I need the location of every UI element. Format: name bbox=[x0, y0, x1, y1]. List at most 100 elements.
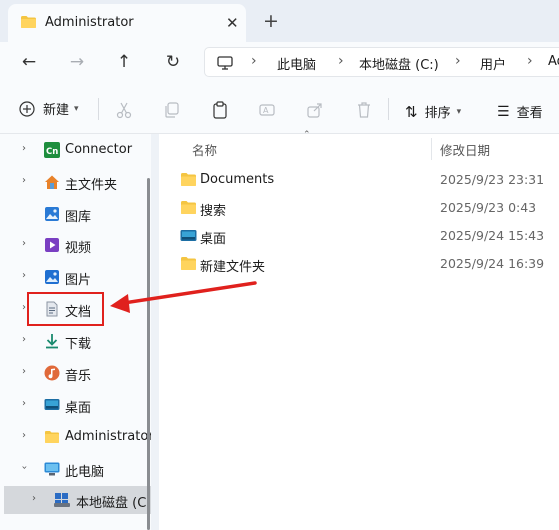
folder-icon bbox=[181, 257, 196, 270]
file-row[interactable]: 新建文件夹 2025/9/24 16:39 bbox=[159, 250, 559, 278]
chevron-right-icon[interactable]: › bbox=[22, 334, 26, 345]
sidebar-item-gallery[interactable]: 图库 bbox=[0, 200, 151, 228]
breadcrumb-users[interactable]: 用户 bbox=[480, 54, 506, 73]
chevron-right-icon[interactable]: › bbox=[22, 398, 26, 409]
file-date: 2025/9/24 15:43 bbox=[440, 228, 545, 243]
file-name: 桌面 bbox=[200, 232, 227, 247]
sidebar-item-videos[interactable]: › 视频 bbox=[0, 231, 151, 259]
sidebar-item-administrator[interactable]: › Administrator bbox=[0, 423, 151, 451]
sidebar-item-music[interactable]: › 音乐 bbox=[0, 359, 151, 387]
sidebar-item-label: 图库 bbox=[65, 210, 92, 225]
add-circle-icon bbox=[19, 100, 35, 117]
view-list-icon: ☰ bbox=[497, 103, 510, 120]
chevron-right-icon[interactable]: › bbox=[22, 175, 26, 186]
computer-icon bbox=[217, 56, 233, 70]
svg-text:Cn: Cn bbox=[46, 147, 58, 157]
file-row[interactable]: 桌面 2025/9/24 15:43 bbox=[159, 222, 559, 250]
file-row[interactable]: 搜索 2025/9/23 0:43 bbox=[159, 194, 559, 222]
sidebar-item-label: Connector bbox=[65, 142, 133, 157]
chevron-right-icon[interactable]: › bbox=[22, 270, 26, 281]
sidebar-item-label: 图片 bbox=[65, 273, 92, 288]
sidebar-item-downloads[interactable]: › 下载 bbox=[0, 327, 151, 355]
copy-icon[interactable] bbox=[163, 101, 181, 119]
toolbar-divider bbox=[388, 98, 389, 120]
sidebar-item-pictures[interactable]: › 图片 bbox=[0, 263, 151, 291]
up-button[interactable]: ↑ bbox=[113, 51, 135, 73]
pictures-icon bbox=[45, 270, 59, 284]
breadcrumb-local-disk[interactable]: 本地磁盘 (C:) bbox=[359, 54, 439, 73]
breadcrumb-this-pc[interactable]: 此电脑 bbox=[277, 54, 316, 73]
column-divider[interactable] bbox=[431, 138, 432, 160]
sidebar-item-label: 此电脑 bbox=[65, 465, 105, 480]
sidebar-item-label: 下载 bbox=[65, 337, 92, 352]
cut-icon[interactable] bbox=[115, 101, 133, 119]
file-date: 2025/9/23 0:43 bbox=[440, 200, 537, 215]
sort-icon: ⇅ bbox=[405, 102, 418, 121]
chevron-down-icon: ▾ bbox=[74, 103, 79, 114]
downloads-icon bbox=[46, 334, 58, 349]
chevron-right-icon[interactable]: › bbox=[22, 366, 26, 377]
close-tab-icon[interactable]: ✕ bbox=[226, 14, 239, 32]
title-bar: Administrator ✕ + bbox=[0, 0, 559, 42]
back-button[interactable]: ← bbox=[18, 51, 40, 73]
desktop-icon bbox=[44, 399, 60, 410]
connector-app-icon: Cn bbox=[44, 142, 60, 158]
breadcrumb-separator: › bbox=[251, 53, 257, 69]
sidebar-item-label: 视频 bbox=[65, 241, 92, 256]
chevron-down-icon: ▾ bbox=[456, 106, 462, 117]
file-name: 搜索 bbox=[200, 204, 227, 219]
sidebar-item-label: Administrator bbox=[65, 429, 151, 444]
file-row[interactable]: Documents 2025/9/23 23:31 bbox=[159, 166, 559, 194]
this-pc-icon bbox=[44, 462, 60, 476]
chevron-right-icon[interactable]: › bbox=[22, 302, 26, 313]
folder-icon bbox=[181, 201, 196, 214]
home-icon bbox=[45, 175, 59, 189]
breadcrumb-separator: › bbox=[455, 53, 461, 69]
view-button[interactable]: ☰ 查看 bbox=[497, 102, 543, 122]
paste-icon[interactable] bbox=[211, 101, 229, 119]
chevron-right-icon[interactable]: › bbox=[32, 493, 36, 504]
videos-icon bbox=[45, 238, 59, 252]
breadcrumb-separator: › bbox=[527, 53, 533, 69]
desktop-icon bbox=[180, 230, 197, 241]
share-icon[interactable] bbox=[306, 101, 324, 119]
file-name: Documents bbox=[200, 172, 275, 187]
folder-icon bbox=[181, 173, 196, 186]
refresh-button[interactable]: ↻ bbox=[162, 51, 184, 73]
column-header-name[interactable]: 名称 bbox=[192, 140, 217, 159]
file-name: 新建文件夹 bbox=[200, 260, 266, 275]
svg-text:A: A bbox=[263, 106, 269, 115]
address-bar[interactable]: › 此电脑 › 本地磁盘 (C:) › 用户 › Ad bbox=[204, 47, 559, 77]
file-date: 2025/9/24 16:39 bbox=[440, 256, 545, 271]
new-tab-button[interactable]: + bbox=[263, 9, 279, 33]
file-list: 名称 修改日期 Documents 2025/9/23 23:31 搜索 202… bbox=[159, 134, 559, 530]
sort-label: 排序 bbox=[424, 106, 451, 121]
sidebar-item-local-disk-c[interactable]: › 本地磁盘 (C:) bbox=[4, 486, 151, 514]
chevron-down-icon[interactable]: › bbox=[19, 466, 30, 470]
folder-icon bbox=[45, 431, 59, 443]
new-button[interactable]: 新建 ▾ bbox=[19, 99, 79, 118]
music-icon bbox=[44, 365, 60, 381]
chevron-right-icon[interactable]: › bbox=[22, 238, 26, 249]
toolbar-divider bbox=[98, 98, 99, 120]
gallery-icon bbox=[45, 207, 59, 221]
sidebar-item-home[interactable]: › 主文件夹 bbox=[0, 168, 151, 196]
sidebar-item-desktop[interactable]: › 桌面 bbox=[0, 391, 151, 419]
folder-icon bbox=[21, 16, 36, 28]
sidebar-scrollbar[interactable] bbox=[147, 178, 150, 530]
column-header-modified[interactable]: 修改日期 bbox=[440, 140, 490, 159]
drive-icon bbox=[54, 493, 70, 507]
chevron-right-icon[interactable]: › bbox=[22, 430, 26, 441]
breadcrumb-separator: › bbox=[338, 53, 344, 69]
sort-button[interactable]: ⇅ 排序 ▾ bbox=[405, 102, 462, 122]
breadcrumb-administrator[interactable]: Ad bbox=[548, 54, 559, 69]
sidebar-item-this-pc[interactable]: › 此电脑 bbox=[0, 455, 151, 483]
rename-icon[interactable]: A bbox=[258, 101, 276, 119]
tab-administrator[interactable]: Administrator ✕ bbox=[8, 4, 246, 42]
sidebar-item-connector[interactable]: › Cn Connector bbox=[0, 136, 151, 164]
delete-icon[interactable] bbox=[355, 101, 373, 119]
file-date: 2025/9/23 23:31 bbox=[440, 172, 545, 187]
sort-ascending-icon: ⌃ bbox=[303, 130, 311, 140]
chevron-right-icon[interactable]: › bbox=[22, 143, 26, 154]
forward-button[interactable]: → bbox=[66, 51, 88, 73]
